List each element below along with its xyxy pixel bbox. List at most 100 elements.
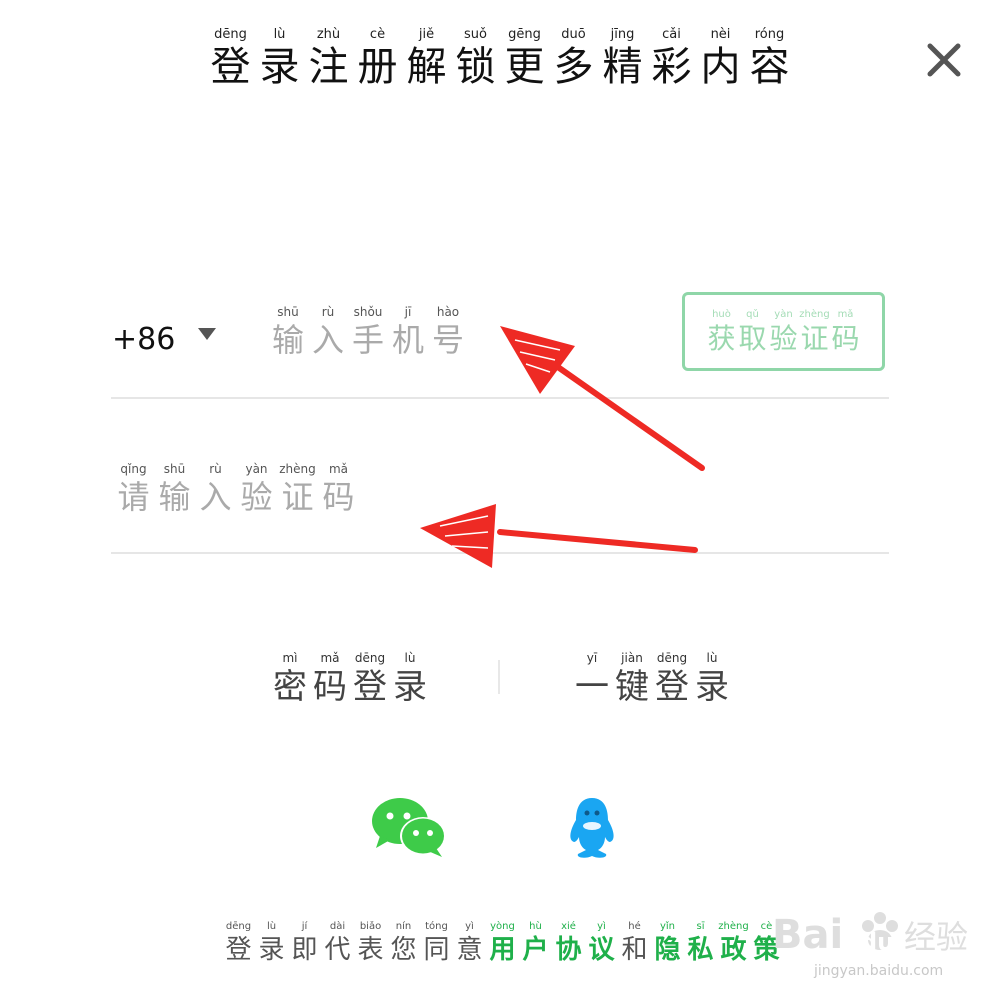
ruby-char: mì 密 [270,652,310,704]
hanzi: 同 [423,935,450,965]
pinyin: yì [597,921,606,932]
hanzi: 容 [749,44,790,90]
hanzi: 隐 [654,935,681,965]
hanzi: 获 [707,322,736,355]
country-code[interactable]: +86 [112,322,175,357]
hanzi: 录 [259,44,300,90]
hanzi: 登 [225,935,252,965]
pinyin: sī [696,921,705,932]
ruby-char: yì 议 [585,921,618,965]
close-icon[interactable] [924,40,964,80]
ruby-char: gēng 更 [500,28,549,87]
ruby-char: qǔ 取 [737,310,768,353]
paw-icon [862,912,898,950]
pinyin: dài [329,921,346,932]
ruby-char: yàn 验 [236,463,277,513]
pinyin: biǎo [359,921,382,932]
divider [111,552,889,554]
ruby-char: yì 意 [453,922,486,965]
ruby-char: yǐn 隐 [651,922,684,965]
hanzi: 取 [738,322,767,355]
hanzi: 意 [456,935,483,965]
ruby-char: jīng 精 [598,28,647,87]
privacy-policy-link[interactable]: yǐn 隐 sī 私 zhèng 政 cè 策 [651,921,783,965]
hanzi: 号 [431,321,464,359]
hanzi: 请 [117,478,150,516]
hanzi: 手 [351,321,384,359]
hanzi: 代 [324,935,351,965]
agreement-and: hé 和 [618,921,651,965]
password-login-link[interactable]: mì 密 mǎ 码 dēng 登 lù 录 [270,652,430,704]
pinyin: jiàn [621,651,643,665]
pinyin: róng [754,27,785,42]
pinyin: xié [561,921,576,932]
pinyin: rù [209,462,222,476]
pinyin: zhù [316,27,341,42]
pinyin: yàn [245,462,268,476]
pinyin: nèi [710,27,731,42]
hanzi: 用 [489,935,516,965]
pinyin: jiě [418,27,435,42]
ruby-char: jiě 解 [402,28,451,87]
pinyin: cǎi [662,27,681,42]
hanzi: 录 [393,667,427,707]
hanzi: 键 [615,667,649,707]
hanzi: 协 [555,935,582,965]
one-click-login-link[interactable]: yī 一 jiàn 键 dēng 登 lù 录 [572,652,732,704]
hanzi: 议 [588,935,615,965]
hanzi: 验 [240,478,273,516]
hanzi: 机 [391,321,424,359]
ruby-char: cè 策 [750,921,783,964]
ruby-char: cè 册 [353,28,402,87]
ruby-char: lù 录 [390,652,430,704]
hanzi: 户 [522,935,549,965]
qq-icon[interactable] [566,796,618,860]
ruby-char: zhèng 证 [277,463,318,513]
ruby-char: shǒu 手 [348,306,388,356]
pinyin: lù [706,651,718,665]
pinyin: huò [712,309,731,320]
get-code-button-label: huò 获 qǔ 取 yàn 验 zhèng 证 mǎ 码 [706,310,861,353]
pinyin: gēng [508,27,541,42]
hanzi: 验 [769,322,798,355]
ruby-char: nín 您 [387,922,420,964]
hanzi: 入 [199,478,232,516]
pinyin: dēng [354,651,386,665]
pinyin: suǒ [464,27,487,42]
get-code-button[interactable]: huò 获 qǔ 取 yàn 验 zhèng 证 mǎ 码 [682,292,885,371]
pinyin: shǒu [353,305,383,319]
user-agreement-link[interactable]: yòng 用 hù 户 xié 协 yì 议 [486,921,618,965]
wechat-icon[interactable] [370,796,448,860]
pinyin: dēng [656,651,688,665]
pinyin: qǔ [746,309,759,320]
hanzi: 私 [687,935,714,965]
ruby-char: shū 输 [268,306,308,356]
ruby-char: dēng 登 [652,652,692,704]
ruby-char: dēng 登 [350,652,390,704]
hanzi: 密 [273,667,307,707]
pinyin: cè [369,27,386,42]
ruby-char: rù 入 [195,463,236,513]
pinyin: hé [628,921,641,932]
pinyin: cè [760,921,773,932]
ruby-char: zhù 注 [304,28,353,87]
hanzi: 和 [621,935,648,965]
ruby-char: jī 机 [388,306,428,356]
verification-code-input[interactable]: qǐng 请 shū 输 rù 入 yàn 验 zhèng 证 mǎ 码 [113,463,359,513]
agreement-text: dēng 登 lù 录 jí 即 dài 代 biǎo 表 nín 您 tóng 同 yì 意 yòng 用 hù… [222,921,783,965]
ruby-char: lù 录 [255,28,304,87]
ruby-char: qǐng 请 [113,463,154,513]
hanzi: 证 [281,478,314,516]
ruby-char: suǒ 锁 [451,28,500,87]
chevron-down-icon[interactable] [196,326,218,342]
hanzi: 彩 [651,44,692,90]
hanzi: 证 [800,322,829,355]
pinyin: hào [436,305,460,319]
ruby-char: xié 协 [552,921,585,965]
hanzi: 一 [575,667,609,707]
ruby-char: duō 多 [549,28,598,87]
phone-input[interactable]: shū 输 rù 入 shǒu 手 jī 机 hào 号 [268,306,468,356]
hanzi: 码 [831,322,860,355]
pinyin: mǎ [320,651,340,665]
ruby-char: dēng 登 [222,922,255,965]
